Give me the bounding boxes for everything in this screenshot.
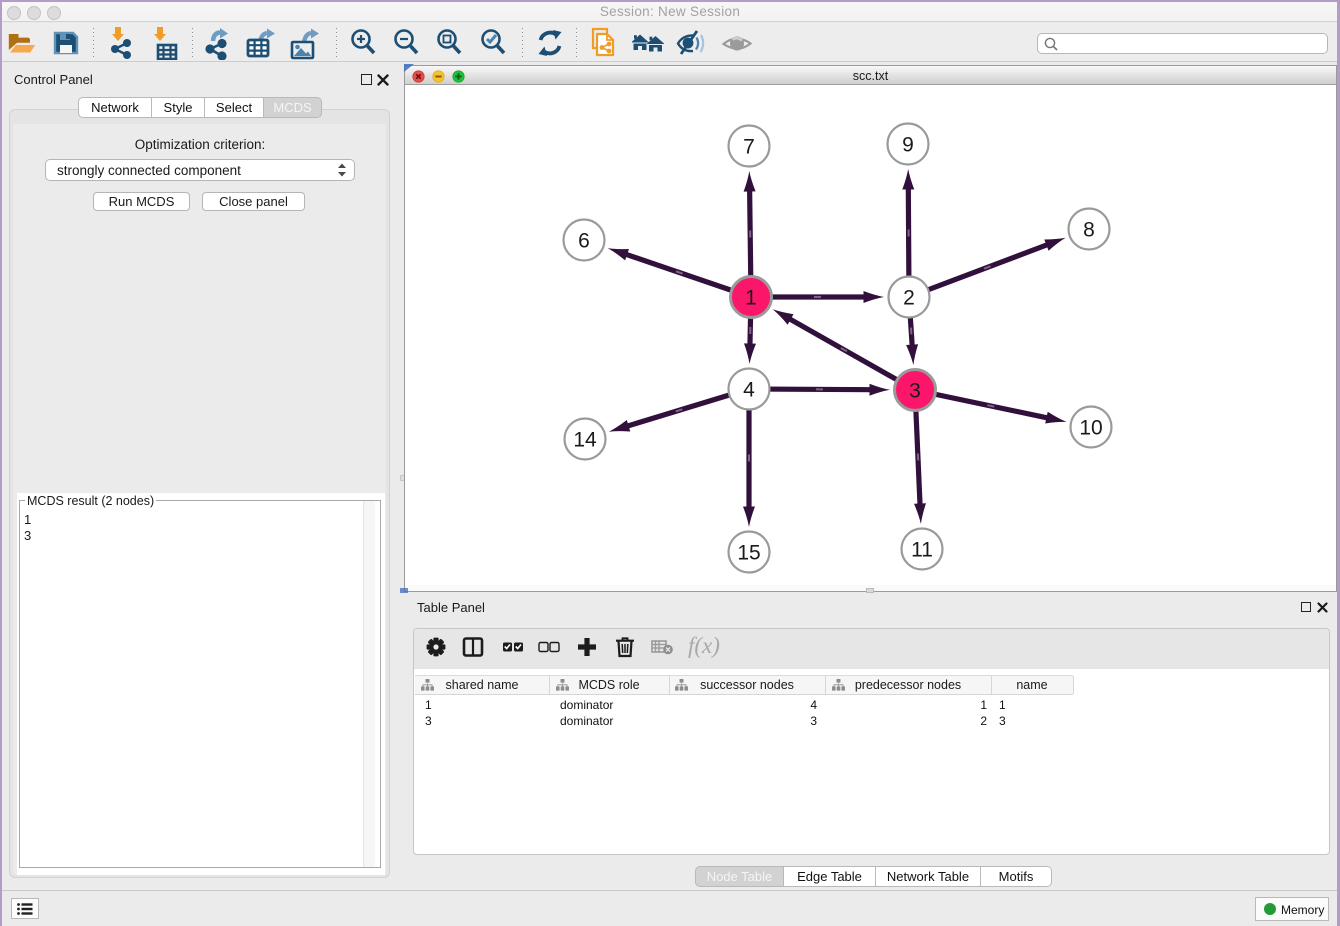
svg-text:14: 14 xyxy=(573,429,597,452)
svg-text:3: 3 xyxy=(909,380,921,403)
svg-text:1: 1 xyxy=(745,287,757,310)
svg-text:9: 9 xyxy=(902,134,914,157)
svg-text:11: 11 xyxy=(911,539,933,562)
svg-text:8: 8 xyxy=(1083,219,1095,242)
svg-text:15: 15 xyxy=(737,542,760,565)
svg-text:6: 6 xyxy=(578,230,590,253)
svg-text:7: 7 xyxy=(743,136,755,159)
svg-text:2: 2 xyxy=(903,287,915,310)
svg-text:10: 10 xyxy=(1079,417,1102,440)
svg-text:4: 4 xyxy=(743,379,755,402)
